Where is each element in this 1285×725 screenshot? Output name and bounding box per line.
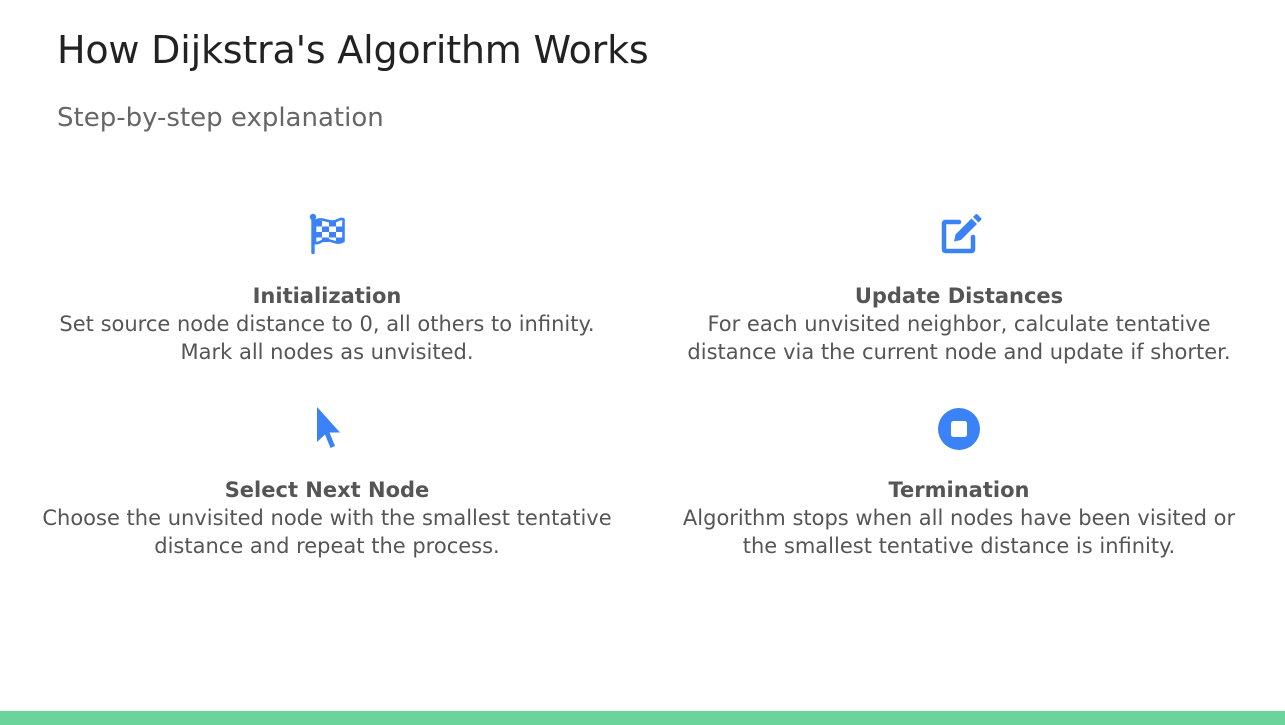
step-description-line: Set source node distance to 0, all other… — [59, 312, 595, 336]
step-title: Termination — [888, 478, 1030, 502]
mouse-pointer-icon — [303, 404, 351, 452]
step-description-line: the smallest tentative distance is infin… — [742, 534, 1176, 558]
edit-icon — [935, 210, 983, 258]
slide-title: How Dijkstra's Algorithm Works — [57, 28, 649, 72]
step-title: Update Distances — [854, 284, 1064, 308]
step-select-next-node: Select Next Node Choose the unvisited no… — [28, 404, 626, 560]
step-description-line: distance and repeat the process. — [154, 534, 500, 558]
step-title: Select Next Node — [224, 478, 430, 502]
step-title: Initialization — [252, 284, 402, 308]
step-termination: Termination Algorithm stops when all nod… — [659, 404, 1259, 560]
step-initialization: Initialization Set source node distance … — [28, 210, 626, 366]
step-description-line: Algorithm stops when all nodes have been… — [682, 506, 1236, 530]
slide-subtitle: Step-by-step explanation — [57, 103, 384, 133]
checkered-flag-icon — [303, 210, 351, 258]
step-description-line: distance via the current node and update… — [687, 340, 1231, 364]
step-description-line: For each unvisited neighbor, calculate t… — [707, 312, 1211, 336]
step-update-distances: Update Distances For each unvisited neig… — [659, 210, 1259, 366]
step-description-line: Choose the unvisited node with the small… — [42, 506, 612, 530]
footer-accent-bar — [0, 711, 1285, 725]
step-description-line: Mark all nodes as unvisited. — [180, 340, 474, 364]
stop-circle-icon — [935, 404, 983, 452]
